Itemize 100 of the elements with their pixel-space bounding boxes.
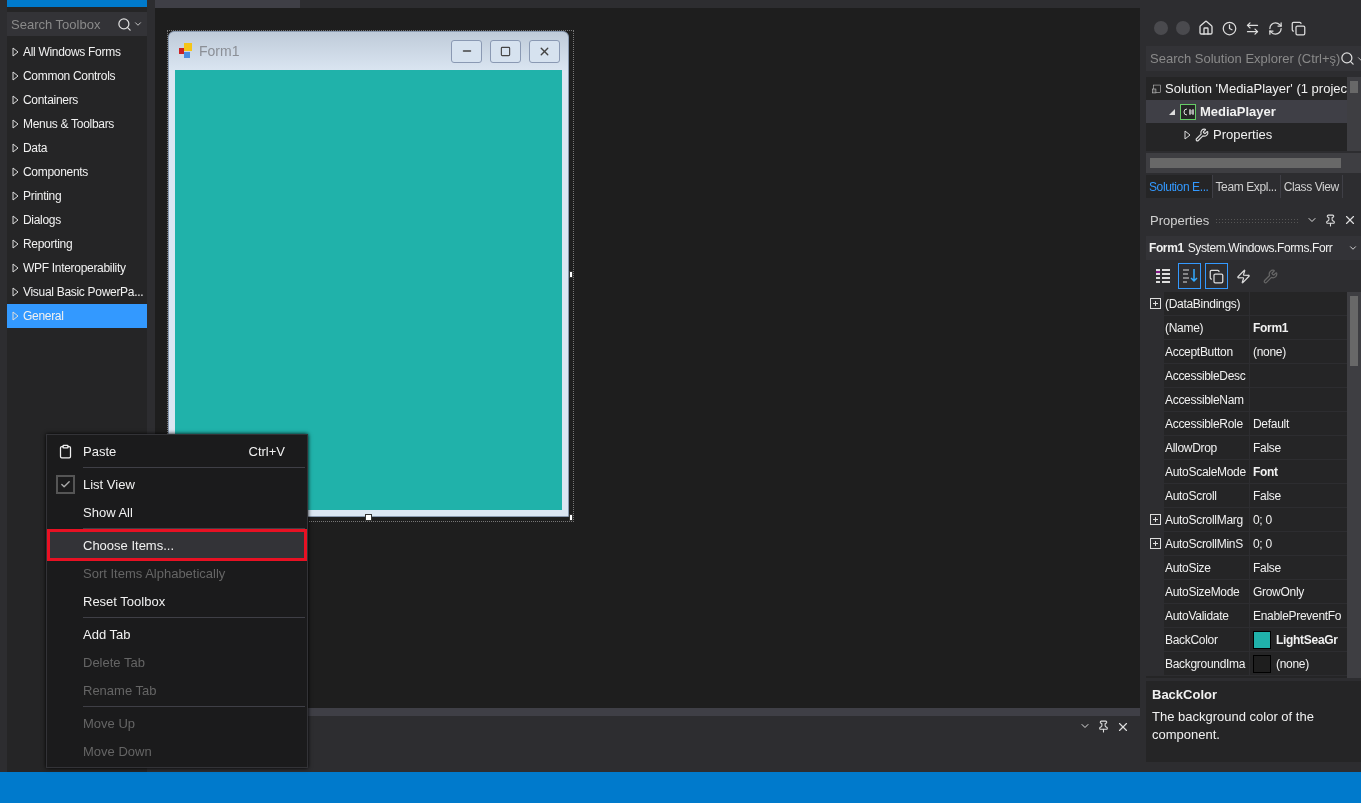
pin-icon[interactable] xyxy=(1097,720,1110,733)
search-icon[interactable] xyxy=(1340,51,1356,66)
toolbox-tab-label: Common Controls xyxy=(23,69,116,83)
property-name[interactable]: AccessibleRole xyxy=(1164,412,1250,435)
property-name[interactable]: AutoSize xyxy=(1164,556,1250,579)
property-value: 0; 0 xyxy=(1253,512,1272,527)
pin-icon[interactable] xyxy=(1324,213,1337,227)
toolbox-tab-label: Visual Basic PowerPa... xyxy=(23,285,144,299)
minimize-button[interactable] xyxy=(451,39,482,63)
collapsed-triangle-icon[interactable] xyxy=(12,119,19,129)
expanded-triangle-icon[interactable] xyxy=(1168,107,1176,116)
clock-icon[interactable] xyxy=(1222,20,1237,36)
property-value: False xyxy=(1253,560,1281,575)
toolbox-tab[interactable]: WPF Interoperability xyxy=(7,256,147,280)
search-field[interactable]: Search Solution Explorer (Ctrl+ş) xyxy=(1146,46,1361,71)
panel-title: Properties xyxy=(1150,212,1210,228)
menu-item[interactable]: Choose Items... xyxy=(49,531,305,559)
property-name[interactable]: BackgroundIma xyxy=(1164,652,1250,675)
expand-plus-icon[interactable] xyxy=(1149,538,1161,549)
panel-tab[interactable]: Team Expl... xyxy=(1212,175,1281,198)
collapse-all-icon[interactable] xyxy=(1291,20,1306,36)
resize-handle[interactable] xyxy=(569,514,573,521)
property-name[interactable]: AutoScroll xyxy=(1164,484,1250,507)
sync-arrows-icon[interactable] xyxy=(1245,20,1260,36)
tree-item[interactable]: Properties xyxy=(1146,123,1347,146)
resize-handle[interactable] xyxy=(365,514,372,521)
property-name[interactable]: AccessibleNam xyxy=(1164,388,1250,411)
expand-plus-icon[interactable] xyxy=(1149,514,1161,525)
collapsed-triangle-icon[interactable] xyxy=(12,239,19,249)
toolbar-button[interactable] xyxy=(1205,263,1228,289)
toolbox-tab-label: General xyxy=(23,309,64,323)
property-value: False xyxy=(1253,440,1281,455)
property-name[interactable]: (DataBindings) xyxy=(1164,292,1250,315)
categorized-icon xyxy=(1154,268,1171,284)
toolbox-tab-label: Reporting xyxy=(23,237,73,251)
refresh-icon[interactable] xyxy=(1268,20,1283,36)
property-name[interactable]: AccessibleDesc xyxy=(1164,364,1250,387)
property-name[interactable]: AutoScrollMarg xyxy=(1164,508,1250,531)
toolbox-tab[interactable]: Visual Basic PowerPa... xyxy=(7,280,147,304)
description-title: BackColor xyxy=(1152,687,1219,702)
toolbox-tab[interactable]: Printing xyxy=(7,184,147,208)
property-name[interactable]: AutoValidate xyxy=(1164,604,1250,627)
paste-icon xyxy=(57,443,73,459)
toolbox-tab[interactable]: Data xyxy=(7,136,147,160)
collapsed-triangle-icon[interactable] xyxy=(12,287,19,297)
property-name[interactable]: (Name) xyxy=(1164,316,1250,339)
property-name[interactable]: AutoSizeMode xyxy=(1164,580,1250,603)
toolbar-button[interactable] xyxy=(1178,263,1201,289)
toolbox-tab[interactable]: Common Controls xyxy=(7,64,147,88)
toolbox-tab[interactable]: Containers xyxy=(7,88,147,112)
collapsed-triangle-icon[interactable] xyxy=(12,167,19,177)
panel-tab[interactable]: Solution E... xyxy=(1146,175,1213,198)
collapsed-triangle-icon[interactable] xyxy=(12,263,19,273)
toolbox-tab[interactable]: Menus & Toolbars xyxy=(7,112,147,136)
property-value: (none) xyxy=(1253,344,1286,359)
toolbox-tab-label: Components xyxy=(23,165,89,179)
vertical-scrollbar[interactable] xyxy=(1347,292,1361,678)
close-icon[interactable] xyxy=(1343,213,1357,227)
property-name[interactable]: AllowDrop xyxy=(1164,436,1250,459)
vertical-scrollbar[interactable] xyxy=(1347,77,1361,151)
toolbox-tab[interactable]: All Windows Forms xyxy=(7,40,147,64)
object-selector[interactable]: Form1 System.Windows.Forms.Forr xyxy=(1146,236,1361,260)
property-value: GrowOnly xyxy=(1253,584,1304,599)
property-value: Font xyxy=(1253,464,1278,479)
collapsed-triangle-icon[interactable] xyxy=(12,191,19,201)
close-icon[interactable] xyxy=(1116,720,1130,734)
menu-item[interactable]: Add Tab xyxy=(49,620,305,648)
tree-item[interactable]: MediaPlayer xyxy=(1146,100,1347,123)
toolbox-tab-label: Data xyxy=(23,141,48,155)
form-icon xyxy=(179,43,193,59)
collapsed-triangle-icon[interactable] xyxy=(12,95,19,105)
dropdown-caret-icon[interactable] xyxy=(133,19,143,29)
search-icon[interactable] xyxy=(117,16,132,32)
panel-tab[interactable]: Class View xyxy=(1280,175,1343,198)
property-value: LightSeaGr xyxy=(1276,632,1338,647)
toolbox-tab[interactable]: Components xyxy=(7,160,147,184)
expand-plus-icon[interactable] xyxy=(1149,298,1161,309)
property-name[interactable]: AcceptButton xyxy=(1164,340,1250,363)
toolbox-tab-label: All Windows Forms xyxy=(23,45,121,59)
property-name[interactable]: AutoScaleMode xyxy=(1164,460,1250,483)
search-field[interactable]: Search Toolbox xyxy=(7,12,147,36)
toolbox-tab[interactable]: Dialogs xyxy=(7,208,147,232)
collapsed-triangle-icon[interactable] xyxy=(12,215,19,225)
toolbox-tab-label: Printing xyxy=(23,189,62,203)
menu-item[interactable]: Reset Toolbox xyxy=(49,587,305,615)
resize-handle[interactable] xyxy=(569,270,573,278)
collapsed-triangle-icon[interactable] xyxy=(1184,129,1191,140)
property-name[interactable]: AutoScrollMinS xyxy=(1164,532,1250,555)
property-value: Default xyxy=(1253,416,1289,431)
close-button[interactable] xyxy=(529,39,560,63)
collapsed-triangle-icon[interactable] xyxy=(12,143,19,153)
collapsed-triangle-icon[interactable] xyxy=(12,47,19,57)
maximize-button[interactable] xyxy=(490,39,521,63)
home-icon[interactable] xyxy=(1198,20,1214,36)
horizontal-scrollbar[interactable] xyxy=(1146,153,1361,173)
shortcut-text: Ctrl+V xyxy=(248,443,286,459)
collapsed-triangle-icon[interactable] xyxy=(12,71,19,81)
property-name[interactable]: BackColor xyxy=(1164,628,1250,651)
tree-item[interactable]: Solution 'MediaPlayer' (1 projec xyxy=(1146,77,1347,100)
toolbox-tab[interactable]: Reporting xyxy=(7,232,147,256)
